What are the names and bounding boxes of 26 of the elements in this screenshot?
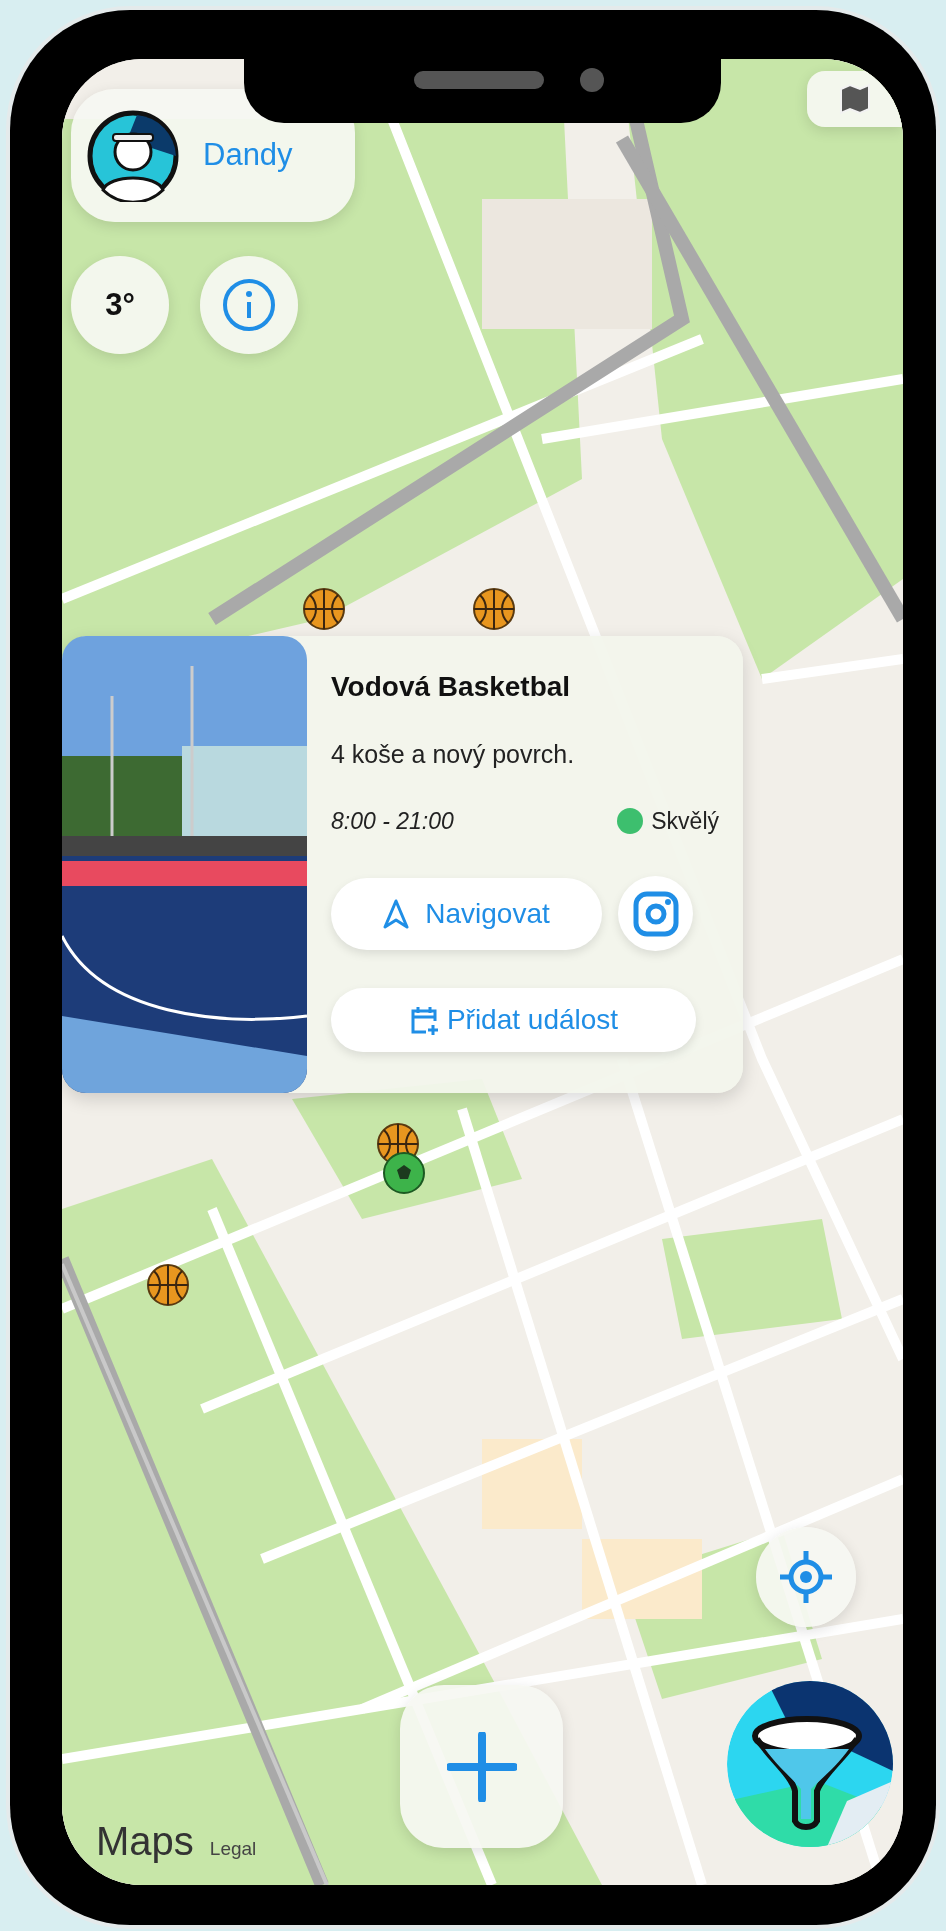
- map-attribution: Maps: [96, 1818, 194, 1865]
- instagram-icon: [632, 890, 679, 937]
- spot-description: 4 koše a nový povrch.: [331, 739, 576, 770]
- basketball-icon[interactable]: [302, 587, 346, 631]
- add-button[interactable]: [400, 1685, 563, 1848]
- map-mode-button[interactable]: [807, 71, 903, 127]
- info-icon: [222, 278, 276, 332]
- basketball-icon[interactable]: [146, 1263, 190, 1307]
- navigation-arrow-icon: [383, 898, 410, 929]
- basketball-icon[interactable]: [472, 587, 516, 631]
- crosshair-icon: [778, 1549, 834, 1605]
- avatar-icon: [87, 109, 179, 202]
- opening-hours: 8:00 - 21:00: [331, 806, 454, 836]
- legal-link[interactable]: Legal: [209, 1835, 257, 1864]
- user-name: Dandy: [203, 136, 293, 175]
- filter-button[interactable]: [727, 1681, 893, 1847]
- navigate-button[interactable]: Navigovat: [331, 877, 602, 950]
- status-label: Skvělý: [651, 806, 719, 836]
- football-icon[interactable]: [382, 1151, 426, 1195]
- funnel-icon: [727, 1681, 893, 1847]
- add-event-button[interactable]: Přidat událost: [331, 988, 696, 1052]
- map-icon: [839, 83, 871, 115]
- spot-title: Vodová Basketbal: [331, 670, 572, 704]
- camera-lens: [580, 68, 604, 92]
- plus-icon: [446, 1731, 517, 1802]
- instagram-button[interactable]: [618, 876, 693, 951]
